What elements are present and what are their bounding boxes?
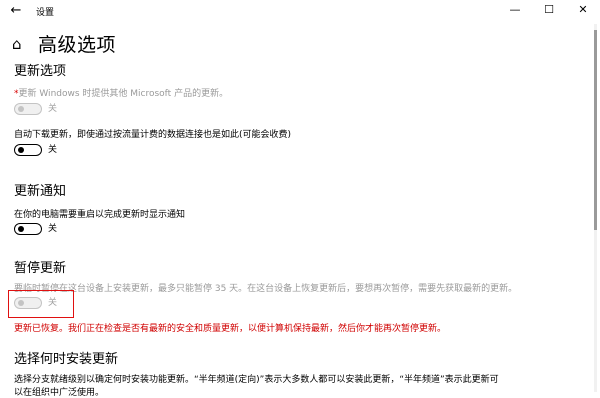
pause-updates-toggle-state: 关 <box>48 298 58 308</box>
toggle-knob <box>18 226 24 232</box>
close-icon[interactable]: ✕ <box>574 2 592 18</box>
section-title-update-notifications: 更新通知 <box>14 184 67 199</box>
metered-download-description: 自动下载更新，即使通过按流量计费的数据连接也是如此(可能会收费) <box>14 130 292 140</box>
restart-notice-toggle-state: 关 <box>48 224 58 234</box>
section-title-pause-updates: 暂停更新 <box>14 261 67 276</box>
microsoft-products-label: 更新 Windows 时提供其他 Microsoft 产品的更新。 <box>18 89 229 99</box>
pause-updates-toggle[interactable] <box>14 297 42 309</box>
toggle-knob <box>18 300 24 306</box>
pause-updates-warning: 更新已恢复。我们正在检查是否有最新的安全和质量更新，以便计算机保持最新，然后你才… <box>14 324 447 334</box>
minimize-icon[interactable]: — <box>506 2 524 18</box>
toggle-knob <box>18 147 24 153</box>
metered-download-toggle-state: 关 <box>48 145 58 155</box>
metered-download-toggle[interactable] <box>14 144 42 156</box>
restart-notice-description: 在你的电脑需要重启以完成更新时显示通知 <box>14 210 186 220</box>
back-arrow-icon[interactable]: ← <box>8 3 24 19</box>
title-bar: ← 设置 — ☐ ✕ <box>0 0 600 22</box>
microsoft-products-description: *更新 Windows 时提供其他 Microsoft 产品的更新。 <box>14 86 228 99</box>
scrollbar-thumb[interactable] <box>594 30 597 230</box>
microsoft-products-toggle-state: 关 <box>48 104 58 114</box>
app-title: 设置 <box>36 8 55 18</box>
section-title-install-time: 选择何时安装更新 <box>14 352 119 367</box>
maximize-icon[interactable]: ☐ <box>540 2 558 18</box>
install-time-description-line1: 选择分支就绪级别以确定何时安装功能更新。“半年频道(定向)”表示大多数人都可以安… <box>14 375 499 385</box>
page-title: 高级选项 <box>38 34 117 56</box>
section-title-update-options: 更新选项 <box>14 64 67 79</box>
restart-notice-toggle[interactable] <box>14 223 42 235</box>
microsoft-products-toggle[interactable] <box>14 103 42 115</box>
home-icon[interactable]: ⌂ <box>12 35 22 53</box>
pause-updates-description: 要临时暂停在这台设备上安装更新，最多只能暂停 35 天。在这台设备上恢复更新后，… <box>14 284 518 294</box>
toggle-knob <box>18 106 24 112</box>
